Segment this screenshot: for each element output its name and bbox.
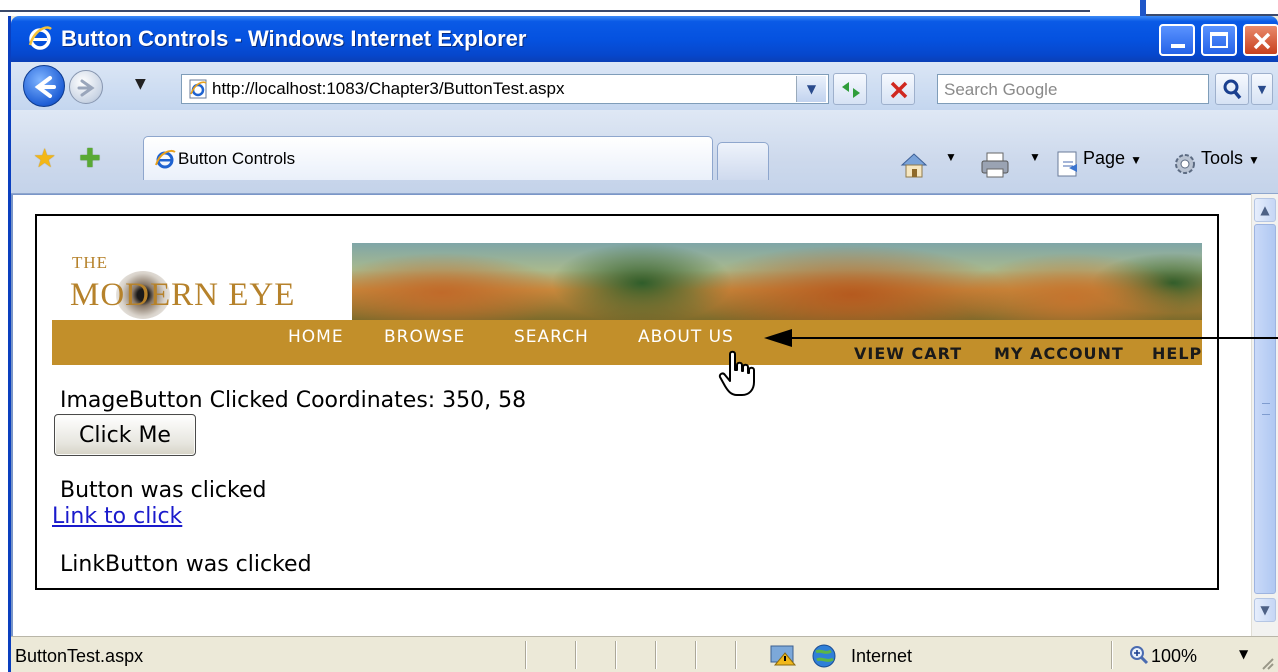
chevron-up-icon: ▲ (1260, 203, 1270, 217)
address-url: http://localhost:1083/Chapter3/ButtonTes… (212, 79, 565, 98)
chevron-down-icon: ▼ (1257, 82, 1267, 96)
add-favorites-icon: ✚ (79, 144, 101, 174)
status-separator (525, 641, 527, 669)
vertical-scrollbar[interactable]: ▲ ▼ (1251, 194, 1278, 636)
nav-search[interactable]: SEARCH (514, 327, 589, 347)
resize-grip-icon[interactable] (1259, 655, 1275, 671)
tab-bar: ★ ✚ Button Controls ▼ ▼ Page ▼ Tools ▼ (11, 110, 1278, 194)
nav-view-cart[interactable]: VIEW CART (854, 344, 962, 363)
refresh-button[interactable] (833, 73, 867, 105)
tab-button-controls[interactable]: Button Controls (143, 136, 713, 180)
status-separator (695, 641, 697, 669)
logo-title: MODERN EYE (70, 277, 296, 313)
site-banner[interactable]: THE MODERN EYE (52, 243, 1202, 321)
zoom-dropdown[interactable]: ▼ (1239, 647, 1248, 661)
search-icon (1223, 79, 1242, 100)
page-icon (189, 79, 207, 99)
click-me-button[interactable]: Click Me (54, 414, 196, 456)
scroll-down-button[interactable]: ▼ (1254, 598, 1276, 622)
search-placeholder: Search Google (944, 80, 1058, 99)
status-separator (655, 641, 657, 669)
close-button[interactable] (1243, 24, 1278, 56)
search-options-dropdown[interactable]: ▼ (1251, 73, 1273, 105)
recent-pages-dropdown[interactable]: ▼ (135, 76, 146, 92)
linkbutton-result-text: LinkButton was clicked (60, 552, 312, 577)
print-dropdown[interactable]: ▼ (1029, 150, 1041, 164)
nav-about-us[interactable]: ABOUT US (638, 327, 734, 347)
tab-label: Button Controls (178, 149, 296, 168)
click-me-button-label: Click Me (79, 422, 171, 448)
link-to-click[interactable]: Link to click (52, 504, 182, 529)
annotation-arrow-head (764, 329, 792, 347)
close-icon (1253, 32, 1271, 50)
search-input[interactable]: Search Google (937, 74, 1209, 104)
new-tab-button[interactable] (717, 142, 769, 180)
scroll-up-button[interactable]: ▲ (1254, 198, 1276, 222)
navigation-bar: ▼ http://localhost:1083/Chapter3/ButtonT… (11, 62, 1278, 110)
globe-icon (812, 644, 836, 668)
back-button[interactable] (23, 65, 65, 107)
title-bar[interactable]: Button Controls - Windows Internet Explo… (11, 16, 1278, 62)
tools-menu[interactable]: Tools ▼ (1201, 148, 1260, 169)
background-window-edge (0, 10, 1090, 12)
home-icon[interactable] (899, 150, 929, 180)
home-dropdown[interactable]: ▼ (945, 150, 957, 164)
maximize-icon (1210, 32, 1228, 48)
status-bar: ButtonTest.aspx Internet 100% ▼ (11, 636, 1278, 672)
refresh-icon (842, 82, 860, 98)
protected-mode-icon[interactable] (769, 643, 799, 667)
annotation-arrow-line (790, 337, 1278, 339)
nav-my-account[interactable]: MY ACCOUNT (994, 344, 1124, 363)
forward-arrow-icon (77, 79, 95, 97)
favorites-center-button[interactable]: ★ (33, 144, 56, 174)
add-to-favorites-button[interactable]: ✚ (79, 144, 101, 174)
nav-home[interactable]: HOME (288, 327, 344, 347)
print-icon[interactable] (979, 150, 1011, 180)
star-icon: ★ (33, 144, 57, 174)
chevron-down-icon: ▼ (1260, 603, 1270, 617)
desktop-background (0, 0, 1278, 16)
stop-icon (890, 81, 908, 99)
status-separator (735, 641, 737, 669)
chevron-down-icon: ▼ (806, 82, 817, 96)
chevron-down-icon: ▼ (1130, 153, 1142, 167)
scroll-thumb[interactable] (1254, 224, 1276, 594)
back-arrow-icon (34, 76, 56, 98)
security-zone: Internet (851, 646, 913, 666)
banner-painting (352, 243, 1202, 321)
ie-logo-icon (28, 26, 52, 50)
logo-the: THE (72, 253, 109, 272)
minimize-icon (1171, 44, 1185, 48)
window-title: Button Controls - Windows Internet Explo… (61, 26, 527, 51)
status-separator (615, 641, 617, 669)
status-separator (1111, 641, 1113, 669)
ie-page-icon (155, 149, 176, 169)
search-button[interactable] (1215, 73, 1249, 105)
tools-menu-label: Tools (1201, 148, 1244, 168)
hand-cursor-icon (718, 350, 755, 396)
status-text: ButtonTest.aspx (15, 646, 144, 666)
page-menu[interactable]: Page ▼ (1083, 148, 1142, 169)
chevron-down-icon: ▼ (1248, 153, 1260, 167)
zoom-icon (1130, 646, 1149, 665)
button-result-text: Button was clicked (60, 478, 267, 503)
imagebutton-result-text: ImageButton Clicked Coordinates: 350, 58 (60, 388, 527, 413)
page-menu-label: Page (1083, 148, 1126, 168)
status-separator (575, 641, 577, 669)
maximize-button[interactable] (1201, 24, 1237, 56)
site-navbar[interactable]: HOME BROWSE SEARCH ABOUT US VIEW CART MY… (52, 320, 1202, 365)
minimize-button[interactable] (1159, 24, 1195, 56)
forward-button[interactable] (69, 70, 103, 104)
nav-browse[interactable]: BROWSE (384, 327, 465, 347)
zoom-level[interactable]: 100% (1151, 646, 1197, 667)
page-menu-icon (1057, 151, 1077, 177)
address-bar[interactable]: http://localhost:1083/Chapter3/ButtonTes… (181, 74, 829, 104)
nav-help[interactable]: HELP (1152, 344, 1202, 363)
address-dropdown-button[interactable]: ▼ (796, 76, 826, 102)
scroll-grip (1262, 403, 1270, 415)
stop-button[interactable] (881, 73, 915, 105)
gear-icon (1175, 154, 1195, 174)
